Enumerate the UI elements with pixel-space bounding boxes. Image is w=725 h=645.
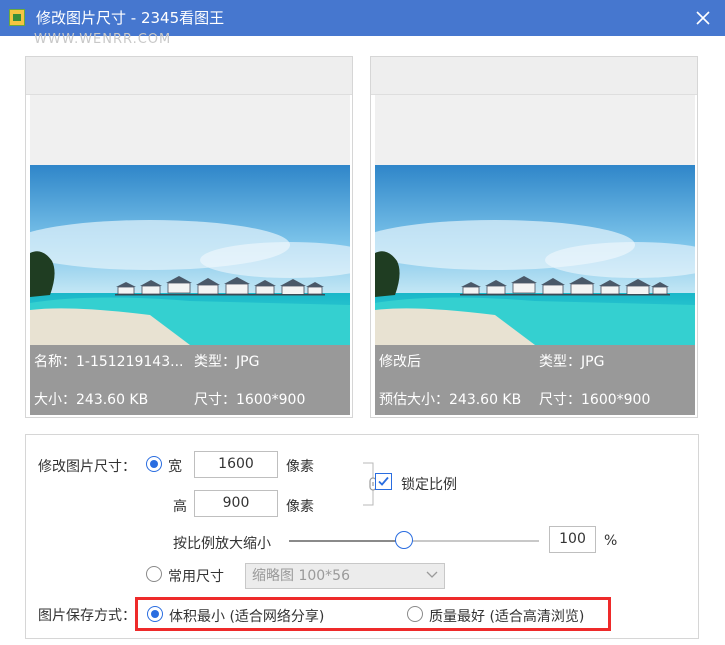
- preview-image-panel: 修改后 类型：JPG 预估大小：243.60 KB 尺寸：1600*900: [370, 56, 698, 418]
- close-button[interactable]: [691, 6, 715, 30]
- scale-label: 按比例放大缩小: [173, 536, 271, 552]
- lock-ratio-checkbox[interactable]: [375, 473, 392, 490]
- custom-size-radio[interactable]: [146, 456, 162, 472]
- close-icon: [696, 11, 710, 25]
- watermark-text: WWW.WENRR.COM: [34, 32, 172, 47]
- common-size-select[interactable]: 缩略图 100*56: [245, 563, 445, 589]
- original-type: 类型：JPG: [194, 354, 260, 370]
- slider-fill: [289, 540, 404, 542]
- panel-header: [371, 57, 697, 95]
- common-size-radio[interactable]: [146, 566, 162, 582]
- scale-percent-input[interactable]: 100: [549, 526, 596, 553]
- width-label: 宽: [168, 459, 182, 475]
- preview-estimated-size: 预估大小：243.60 KB: [379, 392, 522, 408]
- title-bar: 修改图片尺寸 - 2345看图王: [0, 0, 725, 36]
- original-size: 大小：243.60 KB: [34, 392, 149, 408]
- original-photo: [30, 165, 350, 345]
- width-unit: 像素: [286, 459, 314, 475]
- original-info-overlay: 名称：1-151219143... 类型：JPG 大小：243.60 KB 尺寸…: [30, 345, 350, 415]
- chevron-down-icon: [426, 571, 438, 578]
- resize-label: 修改图片尺寸：: [38, 459, 136, 475]
- preview-type: 类型：JPG: [539, 354, 605, 370]
- height-unit: 像素: [286, 499, 314, 515]
- original-dimensions: 尺寸：1600*900: [194, 392, 306, 408]
- common-size-value: 缩略图 100*56: [252, 568, 350, 584]
- window-title: 修改图片尺寸 - 2345看图王: [36, 9, 225, 27]
- original-image-area: 名称：1-151219143... 类型：JPG 大小：243.60 KB 尺寸…: [30, 95, 350, 415]
- preview-info-overlay: 修改后 类型：JPG 预估大小：243.60 KB 尺寸：1600*900: [375, 345, 695, 415]
- scale-slider[interactable]: [289, 531, 539, 549]
- preview-dimensions: 尺寸：1600*900: [539, 392, 651, 408]
- save-mode-label: 图片保存方式：: [38, 608, 136, 624]
- width-input[interactable]: 1600: [194, 451, 278, 478]
- common-size-label: 常用尺寸: [168, 569, 224, 585]
- preview-image-area: 修改后 类型：JPG 预估大小：243.60 KB 尺寸：1600*900: [375, 95, 695, 415]
- slider-thumb[interactable]: [395, 531, 413, 549]
- height-input[interactable]: 900: [194, 490, 278, 517]
- app-logo-icon: [9, 9, 25, 26]
- panel-header: [26, 57, 352, 95]
- height-label: 高: [173, 499, 187, 515]
- percent-unit: %: [604, 533, 618, 549]
- checkmark-icon: [378, 476, 389, 486]
- original-name: 名称：1-151219143...: [34, 354, 184, 370]
- highlight-box: [135, 597, 611, 631]
- original-image-panel: 名称：1-151219143... 类型：JPG 大小：243.60 KB 尺寸…: [25, 56, 353, 418]
- lock-ratio-label: 锁定比例: [401, 477, 457, 493]
- preview-photo: [375, 165, 695, 345]
- preview-status: 修改后: [379, 354, 421, 370]
